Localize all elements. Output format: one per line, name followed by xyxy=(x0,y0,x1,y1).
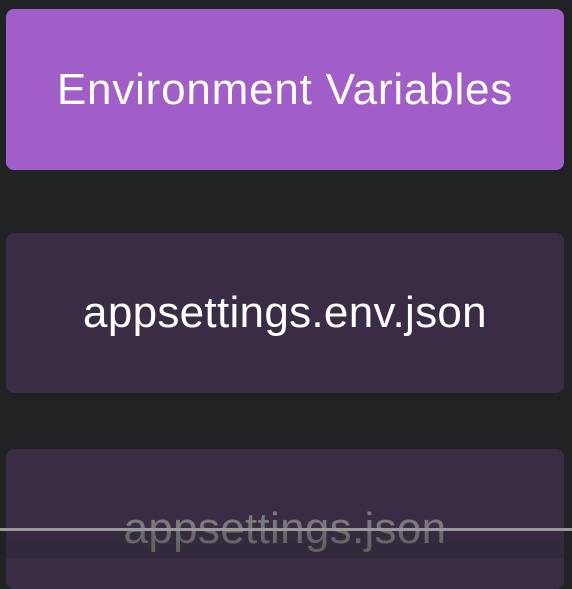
option-label: appsettings.env.json xyxy=(83,288,487,337)
option-appsettings-json[interactable]: appsettings.json xyxy=(6,449,564,589)
option-appsettings-env-json[interactable]: appsettings.env.json xyxy=(6,233,564,393)
option-environment-variables[interactable]: Environment Variables xyxy=(6,9,564,170)
viewport-edge-divider xyxy=(0,528,572,531)
option-label: Environment Variables xyxy=(56,64,514,114)
